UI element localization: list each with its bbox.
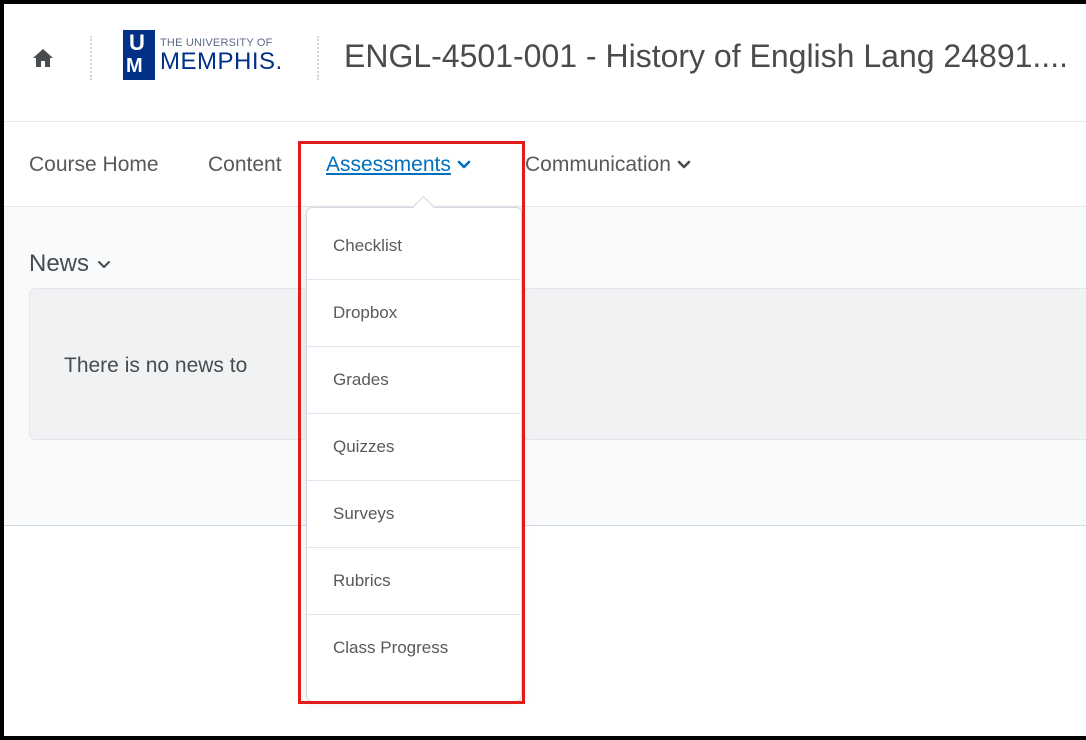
menu-item-label: Rubrics — [333, 571, 391, 590]
chevron-down-icon — [98, 260, 111, 268]
app-frame: U M THE UNIVERSITY OF MEMPHIS. ENGL-4501… — [0, 0, 1086, 740]
menu-item-label: Checklist — [333, 236, 402, 255]
nav-label: Course Home — [29, 153, 159, 176]
logo-letter-m: M — [126, 55, 143, 77]
nav-label: Content — [208, 153, 282, 176]
home-icon[interactable] — [32, 48, 54, 68]
menu-item-surveys[interactable]: Surveys — [307, 481, 520, 548]
menu-item-class-progress[interactable]: Class Progress — [307, 615, 520, 682]
nav-label: Communication — [525, 153, 671, 176]
logo-mark: U M — [123, 30, 155, 80]
logo-wordmark: MEMPHIS. — [160, 48, 283, 75]
nav-communication[interactable]: Communication — [525, 150, 691, 180]
logo-letter-u: U — [129, 30, 145, 55]
header-divider — [90, 36, 92, 80]
course-header: U M THE UNIVERSITY OF MEMPHIS. ENGL-4501… — [4, 4, 1086, 122]
nav-label: Assessments — [326, 153, 451, 176]
menu-item-label: Grades — [333, 370, 389, 389]
menu-item-quizzes[interactable]: Quizzes — [307, 414, 520, 481]
lower-body — [4, 525, 1086, 736]
menu-item-checklist[interactable]: Checklist — [307, 213, 520, 280]
menu-item-label: Quizzes — [333, 437, 395, 456]
news-title-label: News — [29, 250, 90, 277]
university-logo[interactable]: U M THE UNIVERSITY OF MEMPHIS. — [123, 30, 288, 82]
menu-item-label: Surveys — [333, 504, 395, 523]
menu-item-grades[interactable]: Grades — [307, 347, 520, 414]
course-navbar: Course Home Content Assessments Communic… — [4, 122, 1086, 207]
course-title[interactable]: ENGL-4501-001 - History of English Lang … — [344, 34, 1068, 78]
news-empty-message: There is no news to — [64, 354, 248, 377]
header-divider — [317, 36, 319, 80]
menu-item-dropbox[interactable]: Dropbox — [307, 280, 520, 347]
nav-content[interactable]: Content — [208, 150, 282, 180]
nav-course-home[interactable]: Course Home — [29, 150, 159, 180]
menu-item-rubrics[interactable]: Rubrics — [307, 548, 520, 615]
news-widget-title[interactable]: News — [29, 249, 111, 279]
nav-assessments[interactable]: Assessments — [326, 150, 471, 180]
menu-item-label: Dropbox — [333, 303, 398, 322]
chevron-down-icon — [457, 161, 471, 169]
chevron-down-icon — [677, 161, 691, 169]
menu-item-label: Class Progress — [333, 638, 449, 657]
